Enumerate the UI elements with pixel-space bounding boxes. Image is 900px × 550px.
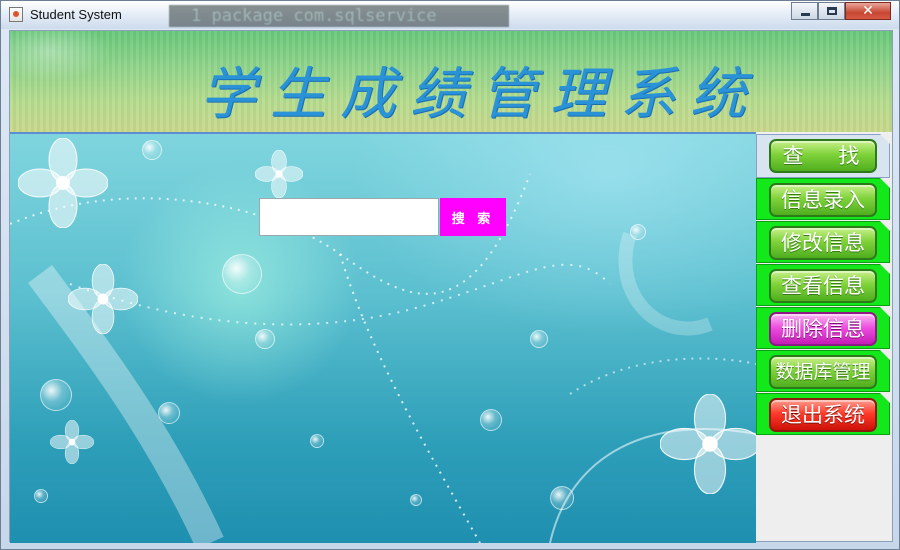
java-app-icon (9, 7, 23, 22)
bubble-decoration (630, 224, 646, 240)
window-title: Student System (30, 7, 122, 22)
tab-corner (880, 134, 890, 144)
maximize-button[interactable] (818, 2, 845, 20)
view-info-button[interactable]: 查看信息 (769, 269, 877, 303)
bubble-decoration (222, 254, 262, 294)
exit-system-button[interactable]: 退出系统 (769, 398, 877, 432)
tab-search[interactable]: 查 找 (756, 134, 890, 178)
flower-decoration (68, 264, 138, 334)
database-manage-button[interactable]: 数据库管理 (769, 355, 877, 389)
header-banner: 学生成绩管理系统 (10, 31, 892, 132)
tab-corner (880, 178, 890, 188)
tab-modify-info[interactable]: 修改信息 (756, 221, 890, 263)
search-input[interactable] (259, 198, 439, 236)
tab-database-manage[interactable]: 数据库管理 (756, 350, 890, 392)
tab-exit-system[interactable]: 退出系统 (756, 393, 890, 435)
decorative-curves (10, 173, 756, 543)
modify-info-button[interactable]: 修改信息 (769, 226, 877, 260)
tab-corner (880, 221, 890, 231)
bubble-decoration (158, 402, 180, 424)
tab-corner (880, 350, 890, 360)
maximize-icon (827, 7, 837, 15)
bubble-decoration (142, 140, 162, 160)
search-button[interactable]: 搜 索 (440, 198, 506, 236)
tab-corner (880, 264, 890, 274)
tab-corner (880, 307, 890, 317)
client-area: 学生成绩管理系统 搜 索 查 找 信息录入 修改信息 查看信息 删除信息 数据库… (9, 30, 893, 543)
bubble-decoration (530, 330, 548, 348)
flower-decoration (50, 420, 94, 464)
tab-delete-info[interactable]: 删除信息 (756, 307, 890, 349)
flower-decoration (255, 150, 303, 198)
banner-title: 学生成绩管理系统 (200, 62, 760, 127)
bubble-decoration (480, 409, 502, 431)
content-panel: 搜 索 (10, 132, 756, 543)
close-button[interactable]: ✕ (845, 2, 891, 20)
bubble-decoration (34, 489, 48, 503)
bubble-decoration (255, 329, 275, 349)
minimize-button[interactable] (791, 2, 818, 20)
tab-corner (880, 393, 890, 403)
delete-info-button[interactable]: 删除信息 (769, 312, 877, 346)
search-button[interactable]: 查 找 (769, 139, 877, 173)
sidebar-nav: 查 找信息录入修改信息查看信息删除信息数据库管理退出系统 (756, 134, 892, 541)
minimize-icon (801, 13, 810, 16)
tab-input-info[interactable]: 信息录入 (756, 178, 890, 220)
app-window: Student System 1 package com.sqlservice … (0, 0, 900, 550)
flower-decoration (660, 394, 756, 494)
input-info-button[interactable]: 信息录入 (769, 183, 877, 217)
window-controls: ✕ (791, 2, 891, 20)
background-editor-text: 1 package com.sqlservice (169, 5, 509, 27)
flower-decoration (18, 138, 108, 228)
bubble-decoration (410, 494, 422, 506)
bubble-decoration (310, 434, 324, 448)
tab-view-info[interactable]: 查看信息 (756, 264, 890, 306)
close-icon: ✕ (862, 3, 874, 19)
bubble-decoration (550, 486, 574, 510)
title-bar[interactable]: Student System 1 package com.sqlservice … (1, 1, 899, 29)
bubble-decoration (40, 379, 72, 411)
